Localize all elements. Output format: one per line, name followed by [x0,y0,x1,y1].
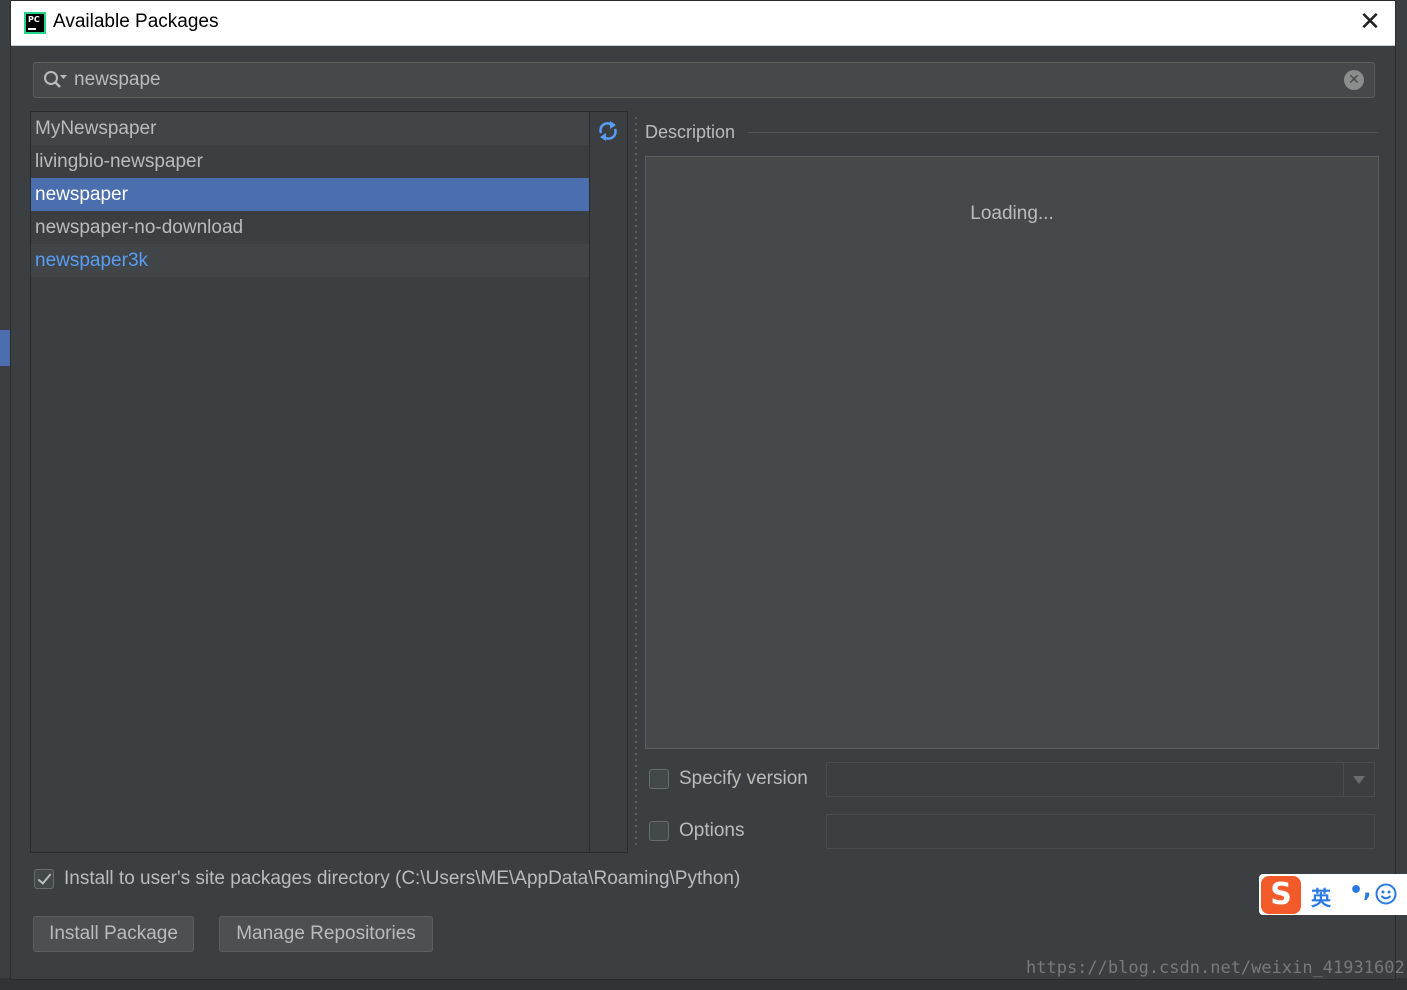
options-checkbox[interactable] [649,821,669,841]
install-to-user-checkbox[interactable] [34,869,54,889]
clear-search-icon[interactable]: ✕ [1344,70,1364,90]
install-package-button[interactable]: Install Package [33,916,194,952]
specify-version-checkbox[interactable] [649,769,669,789]
list-toolbar [590,111,628,853]
list-item[interactable]: newspaper-no-download [31,211,589,244]
description-pane: Loading... [645,156,1379,749]
list-item-selected[interactable]: newspaper [31,178,589,211]
search-icon[interactable] [42,69,68,91]
search-input[interactable] [74,67,1324,93]
smiley-icon[interactable] [1375,883,1397,905]
version-dropdown[interactable] [826,762,1375,797]
window-title: Available Packages [53,11,219,32]
specify-version-label: Specify version [679,768,808,789]
close-button[interactable]: ✕ [1355,7,1385,37]
ime-toolbar[interactable]: S 英 •, [1259,874,1407,915]
list-item[interactable]: livingbio-newspaper [31,145,589,178]
background-settings-window-left [0,0,10,990]
description-label: Description [645,122,736,142]
pycharm-logo-icon: PC [24,12,46,34]
package-search-box[interactable]: ✕ [33,62,1375,98]
description-separator [748,132,1378,133]
loading-text: Loading... [970,203,1054,224]
list-item[interactable]: MyNewspaper [31,112,589,145]
options-label: Options [679,820,745,841]
manage-repositories-button[interactable]: Manage Repositories [219,916,433,952]
watermark: https://blog.csdn.net/weixin_41931602 [1026,958,1405,978]
refresh-icon[interactable] [597,120,619,142]
ime-mode-indicator[interactable]: 英 [1311,882,1331,911]
chevron-down-icon[interactable] [1353,776,1365,784]
available-packages-dialog: PC Available Packages ✕ ✕ MyNewspaper li… [10,0,1396,980]
install-to-user-label: Install to user's site packages director… [64,868,741,889]
list-item-installed[interactable]: newspaper3k [31,244,589,277]
splitter-handle[interactable] [631,111,641,853]
background-settings-window-right [1395,0,1407,990]
options-input[interactable] [826,814,1375,849]
ime-punctuation-indicator[interactable]: •, [1349,878,1371,903]
package-list[interactable]: MyNewspaper livingbio-newspaper newspape… [30,111,590,853]
sogou-logo-icon[interactable]: S [1261,876,1301,914]
title-bar: PC Available Packages ✕ [11,1,1395,46]
